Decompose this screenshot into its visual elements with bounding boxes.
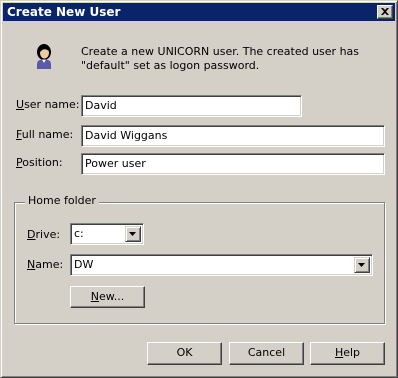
position-input[interactable]: Power user	[81, 153, 385, 175]
full-name-input[interactable]: David Wiggans	[81, 125, 385, 147]
chevron-down-icon	[129, 232, 136, 236]
folder-name-value: DW	[74, 258, 94, 271]
info-text: Create a new UNICORN user. The created u…	[81, 45, 360, 72]
user-name-label: User name:	[16, 98, 80, 111]
drive-select[interactable]: c:	[70, 223, 144, 245]
home-folder-legend: Home folder	[25, 194, 99, 208]
close-button[interactable]	[377, 5, 393, 19]
close-x-icon	[381, 8, 389, 15]
user-icon	[37, 44, 51, 69]
drive-value: c:	[74, 227, 84, 240]
user-name-input[interactable]: David	[81, 95, 302, 117]
window-title: Create New User	[7, 5, 121, 19]
ok-button[interactable]: OK	[147, 342, 222, 365]
name-label: Name:	[27, 258, 64, 271]
folder-name-select[interactable]: DW	[70, 254, 373, 276]
drive-dropdown-button[interactable]	[125, 226, 141, 242]
full-name-label: Full name:	[16, 128, 74, 141]
new-folder-button[interactable]: New...	[70, 286, 145, 308]
title-bar[interactable]: Create New User	[3, 3, 395, 21]
help-button[interactable]: Help	[310, 342, 385, 365]
cancel-button[interactable]: Cancel	[229, 342, 304, 365]
create-new-user-dialog: Create New User Create a new UNICORN use…	[0, 0, 398, 378]
drive-label: Drive:	[27, 228, 61, 241]
chevron-down-icon	[358, 263, 365, 267]
folder-name-dropdown-button[interactable]	[354, 257, 370, 273]
position-label: Position:	[16, 156, 63, 169]
